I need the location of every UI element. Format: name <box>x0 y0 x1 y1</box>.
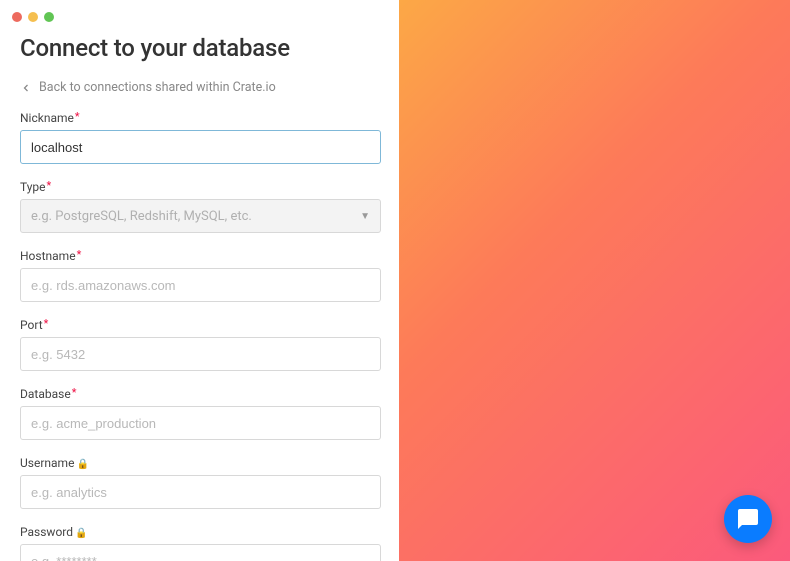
username-label: Username🔒 <box>20 456 381 470</box>
field-username: Username🔒 <box>20 456 381 509</box>
field-password: Password🔒 <box>20 525 381 561</box>
content: Connect to your database Back to connect… <box>0 22 399 561</box>
lock-icon: 🔒 <box>76 459 88 470</box>
lock-icon: 🔒 <box>75 528 87 539</box>
chevron-down-icon: ▼ <box>360 211 370 222</box>
database-label: Database* <box>20 387 381 401</box>
port-input[interactable] <box>20 337 381 371</box>
close-icon[interactable] <box>12 12 22 22</box>
app-window: Connect to your database Back to connect… <box>0 0 790 561</box>
chat-icon <box>736 507 760 531</box>
maximize-icon[interactable] <box>44 12 54 22</box>
port-label: Port* <box>20 318 381 332</box>
type-label: Type* <box>20 180 381 194</box>
back-label: Back to connections shared within Crate.… <box>39 80 276 95</box>
page-title: Connect to your database <box>20 34 381 62</box>
password-label: Password🔒 <box>20 525 381 539</box>
back-link[interactable]: Back to connections shared within Crate.… <box>20 80 381 95</box>
field-port: Port* <box>20 318 381 371</box>
field-type: Type* e.g. PostgreSQL, Redshift, MySQL, … <box>20 180 381 233</box>
nickname-input[interactable] <box>20 130 381 164</box>
gradient-panel <box>399 0 790 561</box>
password-input[interactable] <box>20 544 381 561</box>
chat-button[interactable] <box>724 495 772 543</box>
form-panel: Connect to your database Back to connect… <box>0 0 399 561</box>
hostname-label: Hostname* <box>20 249 381 263</box>
username-input[interactable] <box>20 475 381 509</box>
minimize-icon[interactable] <box>28 12 38 22</box>
database-input[interactable] <box>20 406 381 440</box>
arrow-left-icon <box>20 82 32 94</box>
field-hostname: Hostname* <box>20 249 381 302</box>
type-select[interactable]: e.g. PostgreSQL, Redshift, MySQL, etc. ▼ <box>20 199 381 233</box>
type-placeholder: e.g. PostgreSQL, Redshift, MySQL, etc. <box>31 209 252 224</box>
field-database: Database* <box>20 387 381 440</box>
hostname-input[interactable] <box>20 268 381 302</box>
nickname-label: Nickname* <box>20 111 381 125</box>
window-controls <box>0 8 399 22</box>
field-nickname: Nickname* <box>20 111 381 164</box>
